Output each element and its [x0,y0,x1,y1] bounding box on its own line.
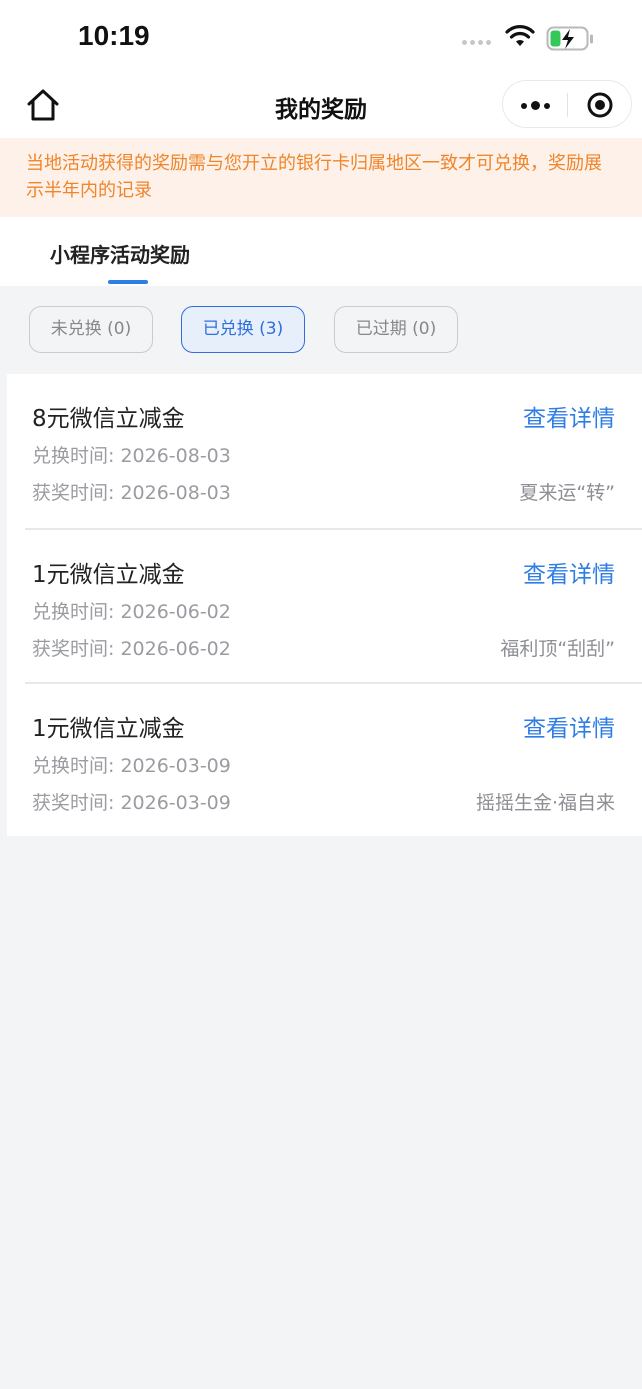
filter-redeemed[interactable]: 已兑换 (3) [181,306,305,353]
signal-icon [462,40,491,45]
status-time: 10:19 [78,20,150,51]
reward-card: 8元微信立减金 查看详情 兑换时间: 2026-08-03 获奖时间: 2026… [7,374,642,528]
reward-source: 夏来运“转” [519,482,615,504]
reward-title: 1元微信立减金 [32,716,185,742]
notice-banner: 当地活动获得的奖励需与您开立的银行卡归属地区一致才可兑换，奖励展示半年内的记录 [0,138,642,217]
exchange-time: 兑换时间: 2026-03-09 [32,755,231,777]
more-dots-icon[interactable] [521,101,550,110]
battery-charging-icon [546,26,593,51]
navigation-bar: 我的奖励 [0,76,642,138]
award-time: 获奖时间: 2026-03-09 [32,792,231,814]
tab-bar: 小程序活动奖励 [0,217,642,286]
exchange-time: 兑换时间: 2026-08-03 [32,445,231,467]
target-circle-icon[interactable] [586,91,614,119]
reward-list: 8元微信立减金 查看详情 兑换时间: 2026-08-03 获奖时间: 2026… [7,374,642,836]
award-time: 获奖时间: 2026-06-02 [32,638,231,660]
capsule-divider [567,93,568,117]
reward-card: 1元微信立减金 查看详情 兑换时间: 2026-03-09 获奖时间: 2026… [25,682,642,836]
tab-miniprogram-rewards[interactable]: 小程序活动奖励 [50,239,190,268]
miniprogram-capsule [502,80,632,128]
view-details-link[interactable]: 查看详情 [523,399,615,433]
filter-expired[interactable]: 已过期 (0) [334,306,458,353]
status-bar: 10:19 [0,0,642,76]
reward-title: 1元微信立减金 [32,562,185,588]
exchange-time: 兑换时间: 2026-06-02 [32,601,231,623]
reward-card: 1元微信立减金 查看详情 兑换时间: 2026-06-02 获奖时间: 2026… [25,528,642,682]
view-details-link[interactable]: 查看详情 [523,555,615,589]
view-details-link[interactable]: 查看详情 [523,709,615,743]
filter-unredeemed[interactable]: 未兑换 (0) [29,306,153,353]
wifi-icon [505,25,535,46]
reward-source: 摇摇生金·福自来 [475,792,615,814]
reward-title: 8元微信立减金 [32,406,185,432]
reward-source: 福利顶“刮刮” [500,638,615,660]
tab-active-indicator [108,280,148,284]
award-time: 获奖时间: 2026-08-03 [32,482,231,504]
